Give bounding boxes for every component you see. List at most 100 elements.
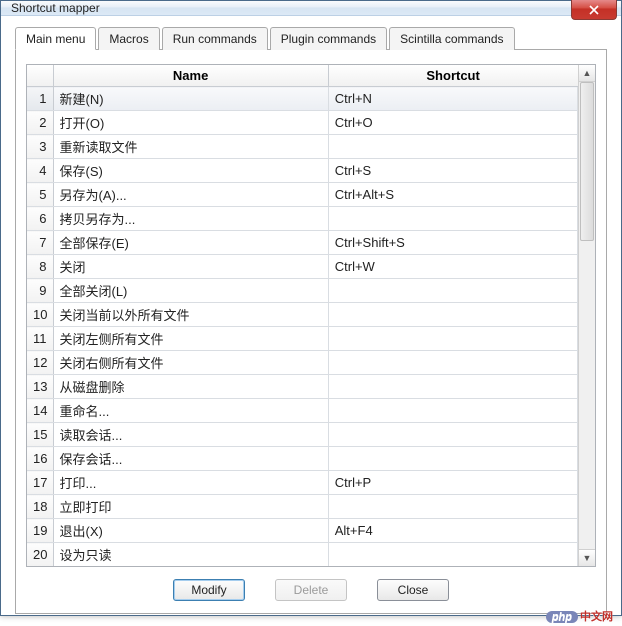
tab-plugin-commands[interactable]: Plugin commands xyxy=(270,27,387,50)
cell-shortcut: Ctrl+W xyxy=(328,255,577,279)
cell-name: 重命名... xyxy=(53,399,328,423)
table-row[interactable]: 4保存(S)Ctrl+S xyxy=(27,159,578,183)
table-row[interactable]: 16保存会话... xyxy=(27,447,578,471)
row-number: 3 xyxy=(27,135,53,159)
button-row: Modify Delete Close xyxy=(26,579,596,601)
tabs: Main menuMacrosRun commandsPlugin comman… xyxy=(15,26,607,49)
table-row[interactable]: 10关闭当前以外所有文件 xyxy=(27,303,578,327)
cell-shortcut xyxy=(328,423,577,447)
dialog-content: Main menuMacrosRun commandsPlugin comman… xyxy=(1,16,621,626)
watermark-badge: php xyxy=(546,611,578,623)
scroll-track[interactable] xyxy=(579,82,595,549)
cell-shortcut xyxy=(328,207,577,231)
col-header-name[interactable]: Name xyxy=(53,65,328,87)
table-row[interactable]: 2打开(O)Ctrl+O xyxy=(27,111,578,135)
window-title: Shortcut mapper xyxy=(11,1,100,15)
shortcut-table-scroll: Name Shortcut 1新建(N)Ctrl+N2打开(O)Ctrl+O3重… xyxy=(27,65,578,566)
table-row[interactable]: 8关闭Ctrl+W xyxy=(27,255,578,279)
table-row[interactable]: 6拷贝另存为... xyxy=(27,207,578,231)
delete-button: Delete xyxy=(275,579,347,601)
table-body: 1新建(N)Ctrl+N2打开(O)Ctrl+O3重新读取文件4保存(S)Ctr… xyxy=(27,87,578,567)
cell-name: 立即打印 xyxy=(53,495,328,519)
tab-panel: Name Shortcut 1新建(N)Ctrl+N2打开(O)Ctrl+O3重… xyxy=(15,49,607,614)
cell-name: 新建(N) xyxy=(53,87,328,111)
shortcut-table-wrap: Name Shortcut 1新建(N)Ctrl+N2打开(O)Ctrl+O3重… xyxy=(26,64,596,567)
cell-name: 保存(S) xyxy=(53,159,328,183)
table-row[interactable]: 13从磁盘删除 xyxy=(27,375,578,399)
scroll-up-arrow-icon[interactable]: ▲ xyxy=(579,65,595,82)
table-row[interactable]: 17打印...Ctrl+P xyxy=(27,471,578,495)
scroll-down-arrow-icon[interactable]: ▼ xyxy=(579,549,595,566)
tab-run-commands[interactable]: Run commands xyxy=(162,27,268,50)
watermark: php中文网 xyxy=(546,608,613,624)
cell-name: 打印... xyxy=(53,471,328,495)
scroll-thumb[interactable] xyxy=(580,82,594,241)
row-number: 9 xyxy=(27,279,53,303)
row-number: 18 xyxy=(27,495,53,519)
cell-name: 退出(X) xyxy=(53,519,328,543)
table-row[interactable]: 7全部保存(E)Ctrl+Shift+S xyxy=(27,231,578,255)
table-row[interactable]: 14重命名... xyxy=(27,399,578,423)
row-number: 17 xyxy=(27,471,53,495)
close-icon xyxy=(589,5,599,15)
cell-name: 全部关闭(L) xyxy=(53,279,328,303)
cell-shortcut xyxy=(328,279,577,303)
cell-shortcut xyxy=(328,303,577,327)
row-number: 19 xyxy=(27,519,53,543)
col-header-shortcut[interactable]: Shortcut xyxy=(328,65,577,87)
col-header-num[interactable] xyxy=(27,65,53,87)
row-number: 15 xyxy=(27,423,53,447)
cell-shortcut: Ctrl+N xyxy=(328,87,577,111)
row-number: 4 xyxy=(27,159,53,183)
cell-shortcut xyxy=(328,447,577,471)
table-row[interactable]: 11关闭左侧所有文件 xyxy=(27,327,578,351)
tab-macros[interactable]: Macros xyxy=(98,27,159,50)
table-header-row: Name Shortcut xyxy=(27,65,578,87)
table-row[interactable]: 15读取会话... xyxy=(27,423,578,447)
table-row[interactable]: 20设为只读 xyxy=(27,543,578,567)
table-row[interactable]: 5另存为(A)...Ctrl+Alt+S xyxy=(27,183,578,207)
row-number: 12 xyxy=(27,351,53,375)
cell-shortcut xyxy=(328,495,577,519)
row-number: 20 xyxy=(27,543,53,567)
cell-shortcut xyxy=(328,543,577,567)
table-row[interactable]: 18立即打印 xyxy=(27,495,578,519)
tab-scintilla-commands[interactable]: Scintilla commands xyxy=(389,27,514,50)
shortcut-mapper-window: Shortcut mapper Main menuMacrosRun comma… xyxy=(0,0,622,616)
cell-shortcut: Ctrl+S xyxy=(328,159,577,183)
cell-shortcut xyxy=(328,351,577,375)
vertical-scrollbar[interactable]: ▲ ▼ xyxy=(578,65,595,566)
table-row[interactable]: 3重新读取文件 xyxy=(27,135,578,159)
cell-name: 从磁盘删除 xyxy=(53,375,328,399)
table-row[interactable]: 9全部关闭(L) xyxy=(27,279,578,303)
cell-shortcut: Ctrl+O xyxy=(328,111,577,135)
modify-button[interactable]: Modify xyxy=(173,579,245,601)
cell-shortcut xyxy=(328,327,577,351)
cell-name: 全部保存(E) xyxy=(53,231,328,255)
close-button[interactable]: Close xyxy=(377,579,449,601)
tab-main-menu[interactable]: Main menu xyxy=(15,27,96,50)
cell-shortcut xyxy=(328,399,577,423)
titlebar[interactable]: Shortcut mapper xyxy=(1,1,621,16)
cell-shortcut: Ctrl+Shift+S xyxy=(328,231,577,255)
cell-shortcut xyxy=(328,135,577,159)
cell-name: 保存会话... xyxy=(53,447,328,471)
row-number: 7 xyxy=(27,231,53,255)
table-row[interactable]: 1新建(N)Ctrl+N xyxy=(27,87,578,111)
row-number: 2 xyxy=(27,111,53,135)
table-row[interactable]: 19退出(X)Alt+F4 xyxy=(27,519,578,543)
cell-name: 关闭 xyxy=(53,255,328,279)
cell-name: 关闭右侧所有文件 xyxy=(53,351,328,375)
cell-shortcut: Ctrl+Alt+S xyxy=(328,183,577,207)
row-number: 16 xyxy=(27,447,53,471)
watermark-text: 中文网 xyxy=(580,611,613,623)
cell-name: 打开(O) xyxy=(53,111,328,135)
row-number: 8 xyxy=(27,255,53,279)
cell-name: 拷贝另存为... xyxy=(53,207,328,231)
table-row[interactable]: 12关闭右侧所有文件 xyxy=(27,351,578,375)
row-number: 1 xyxy=(27,87,53,111)
row-number: 6 xyxy=(27,207,53,231)
cell-name: 读取会话... xyxy=(53,423,328,447)
row-number: 11 xyxy=(27,327,53,351)
cell-name: 重新读取文件 xyxy=(53,135,328,159)
